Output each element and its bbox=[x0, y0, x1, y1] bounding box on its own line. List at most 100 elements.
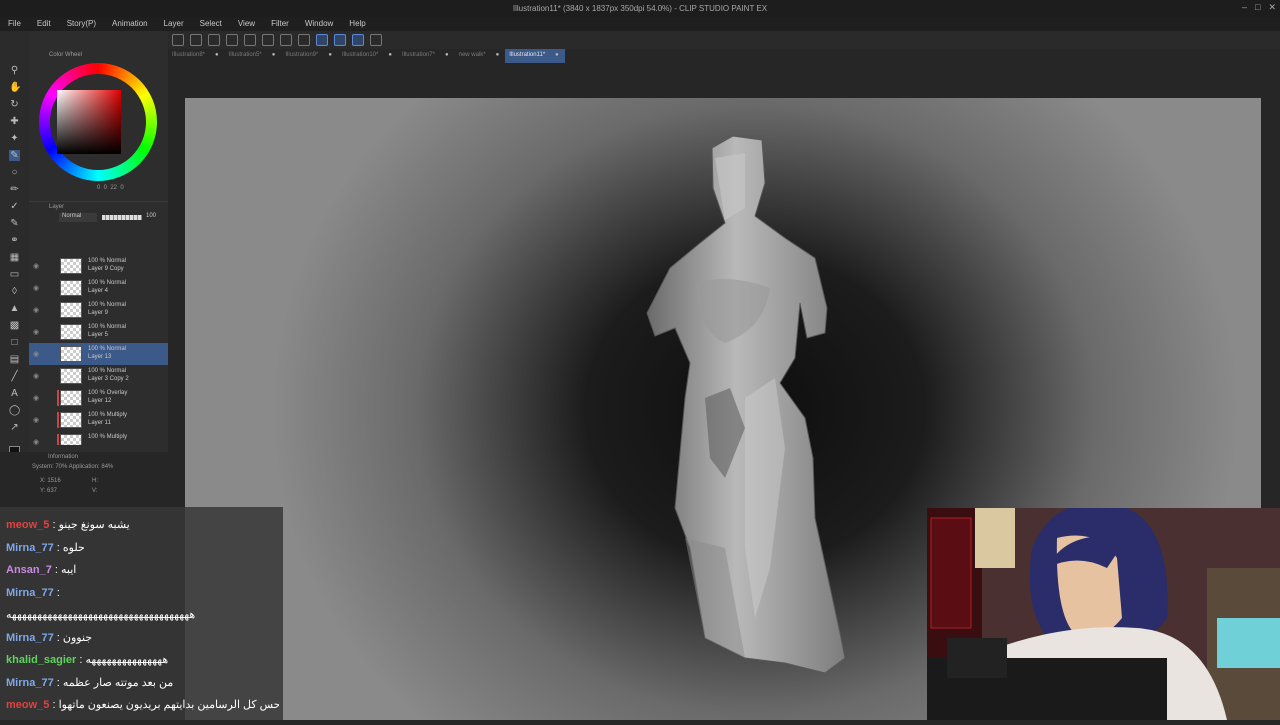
tab-close-icon[interactable]: ● bbox=[272, 52, 276, 63]
menu-item-file[interactable]: File bbox=[0, 17, 29, 31]
figure-icon[interactable]: □ bbox=[9, 337, 20, 348]
chat-text: احس كل الرسامين بدايتهم بريديون يصنعون م… bbox=[58, 699, 279, 711]
eye-icon[interactable]: ◉ bbox=[33, 372, 39, 380]
close-icon[interactable]: ✕ bbox=[1268, 2, 1276, 13]
streamer-avatar bbox=[927, 508, 1280, 720]
menu-item-layer[interactable]: Layer bbox=[156, 17, 192, 31]
eraser-icon[interactable]: ▭ bbox=[9, 269, 20, 280]
chat-message: ههههههههههههههههههههههههههههههههههههه bbox=[6, 605, 279, 625]
save-icon[interactable] bbox=[208, 34, 220, 46]
tab-close-icon[interactable]: ● bbox=[445, 52, 449, 63]
menu-item-window[interactable]: Window bbox=[297, 17, 341, 31]
layer-row[interactable]: ◉ 100 % Normal Layer 13 bbox=[29, 343, 168, 365]
hand-icon[interactable]: ✋ bbox=[9, 82, 21, 93]
undo-icon[interactable] bbox=[226, 34, 238, 46]
canvas-tab[interactable]: Illustration9* ● bbox=[281, 49, 338, 63]
eye-icon[interactable]: ◉ bbox=[33, 438, 39, 445]
chat-username: Mirna_77 bbox=[6, 631, 54, 644]
tab-close-icon[interactable]: ● bbox=[215, 52, 219, 63]
tab-close-icon[interactable]: ● bbox=[388, 52, 392, 63]
layer-row[interactable]: ◉ 100 % Normal Layer 9 bbox=[29, 299, 168, 321]
airbrush-icon[interactable]: ⚭ bbox=[9, 235, 20, 246]
canvas-tab-label: Illustration7* bbox=[401, 52, 435, 58]
tab-close-icon[interactable]: ● bbox=[328, 52, 332, 63]
layer-row[interactable]: ◉ 100 % Multiply Layer 11 bbox=[29, 409, 168, 431]
frame-icon[interactable]: ▤ bbox=[9, 354, 20, 365]
open-icon[interactable] bbox=[190, 34, 202, 46]
rotate-icon[interactable]: ↻ bbox=[9, 99, 20, 110]
fill-icon[interactable] bbox=[280, 34, 292, 46]
ruler-tool-icon[interactable]: ╱ bbox=[9, 371, 20, 382]
menu-item-view[interactable]: View bbox=[230, 17, 263, 31]
opacity-value[interactable]: 100 bbox=[146, 213, 156, 219]
minimize-icon[interactable]: – bbox=[1242, 2, 1247, 13]
maximize-icon[interactable]: □ bbox=[1255, 2, 1260, 13]
layer-row[interactable]: ◉ 100 % Normal Layer 4 bbox=[29, 277, 168, 299]
saturation-value-square[interactable] bbox=[57, 90, 121, 154]
canvas-tab[interactable]: Illustration5* ● bbox=[225, 49, 282, 63]
layer-row[interactable]: ◉ 100 % Normal Layer 9 Copy bbox=[29, 255, 168, 277]
layer-thumbnail bbox=[60, 324, 82, 340]
move-icon[interactable]: ✚ bbox=[9, 116, 20, 127]
canvas-tab[interactable]: Illustration8* ● bbox=[168, 49, 225, 63]
panel-icon[interactable] bbox=[370, 34, 382, 46]
grid-icon[interactable] bbox=[352, 34, 364, 46]
canvas-tab[interactable]: Illustration10* ● bbox=[338, 49, 398, 63]
new-icon[interactable] bbox=[172, 34, 184, 46]
pen-icon[interactable]: ✎ bbox=[9, 150, 20, 161]
eye-icon[interactable]: ◉ bbox=[33, 306, 39, 314]
menu-item-animation[interactable]: Animation bbox=[104, 17, 156, 31]
layer-row[interactable]: ◉ 100 % Normal Layer 5 bbox=[29, 321, 168, 343]
tab-close-icon[interactable]: ● bbox=[496, 52, 500, 63]
correct-line-icon[interactable]: ↗ bbox=[9, 422, 20, 433]
layer-row[interactable]: ◉ 100 % Normal Layer 3 Copy 2 bbox=[29, 365, 168, 387]
redo-icon[interactable] bbox=[244, 34, 256, 46]
layer-row[interactable]: ◉ 100 % Overlay Layer 12 bbox=[29, 387, 168, 409]
canvas-tab[interactable]: Illustration11* ● bbox=[505, 49, 565, 63]
color-wheel-header: Color Wheel bbox=[49, 52, 83, 58]
menu-item-filter[interactable]: Filter bbox=[263, 17, 297, 31]
ruler-icon[interactable] bbox=[316, 34, 328, 46]
menu-item-help[interactable]: Help bbox=[341, 17, 373, 31]
eye-icon[interactable]: ◉ bbox=[33, 416, 39, 424]
layer-row[interactable]: ◉ 100 % Multiply bbox=[29, 431, 168, 445]
eye-icon[interactable]: ◉ bbox=[33, 394, 39, 402]
menu-item-select[interactable]: Select bbox=[192, 17, 230, 31]
settings-icon[interactable] bbox=[262, 34, 274, 46]
blend-mode-select[interactable]: Normal bbox=[59, 213, 97, 222]
opacity-slider[interactable] bbox=[102, 215, 142, 220]
canvas-tab[interactable]: new walk* ● bbox=[455, 49, 506, 63]
blend-icon[interactable]: ◊ bbox=[9, 286, 20, 297]
grid-tool-icon[interactable]: ▦ bbox=[9, 252, 20, 263]
canvas-tab[interactable]: Illustration7* ● bbox=[398, 49, 455, 63]
object-icon[interactable]: ✦ bbox=[9, 133, 20, 144]
transform-icon[interactable] bbox=[298, 34, 310, 46]
chat-message: meow_5 : يشبه سونغ جينو bbox=[6, 515, 279, 535]
menu-item-story-p-[interactable]: Story(P) bbox=[59, 17, 104, 31]
chat-text: هههههههههههههههه bbox=[85, 654, 169, 666]
layer-thumbnail bbox=[60, 258, 82, 274]
balloon-icon[interactable]: ◯ bbox=[9, 405, 20, 416]
zoom-icon[interactable]: ⚲ bbox=[9, 65, 20, 76]
layer-tab[interactable]: Layer bbox=[29, 201, 168, 212]
menu-item-edit[interactable]: Edit bbox=[29, 17, 59, 31]
lasso-icon[interactable]: ○ bbox=[9, 167, 20, 178]
chat-text: ايبه bbox=[61, 564, 77, 576]
gradient-icon[interactable]: ▩ bbox=[9, 320, 20, 331]
snap-icon[interactable] bbox=[334, 34, 346, 46]
layer-color-tag bbox=[57, 412, 59, 428]
brush-icon[interactable]: ✓ bbox=[9, 201, 20, 212]
layer-thumbnail bbox=[60, 434, 82, 445]
tab-close-icon[interactable]: ● bbox=[555, 52, 559, 63]
eye-icon[interactable]: ◉ bbox=[33, 262, 39, 270]
eye-icon[interactable]: ◉ bbox=[33, 328, 39, 336]
info-tab[interactable]: Information bbox=[48, 454, 78, 460]
marker-icon[interactable]: ✎ bbox=[9, 218, 20, 229]
chat-username: khalid_sagier bbox=[6, 654, 77, 666]
pencil-icon[interactable]: ✏ bbox=[9, 184, 20, 195]
layer-color-tag bbox=[57, 390, 59, 406]
eye-icon[interactable]: ◉ bbox=[33, 350, 39, 358]
eye-icon[interactable]: ◉ bbox=[33, 284, 39, 292]
fill-bucket-icon[interactable]: ▲ bbox=[9, 303, 20, 314]
text-icon[interactable]: A bbox=[9, 388, 20, 399]
